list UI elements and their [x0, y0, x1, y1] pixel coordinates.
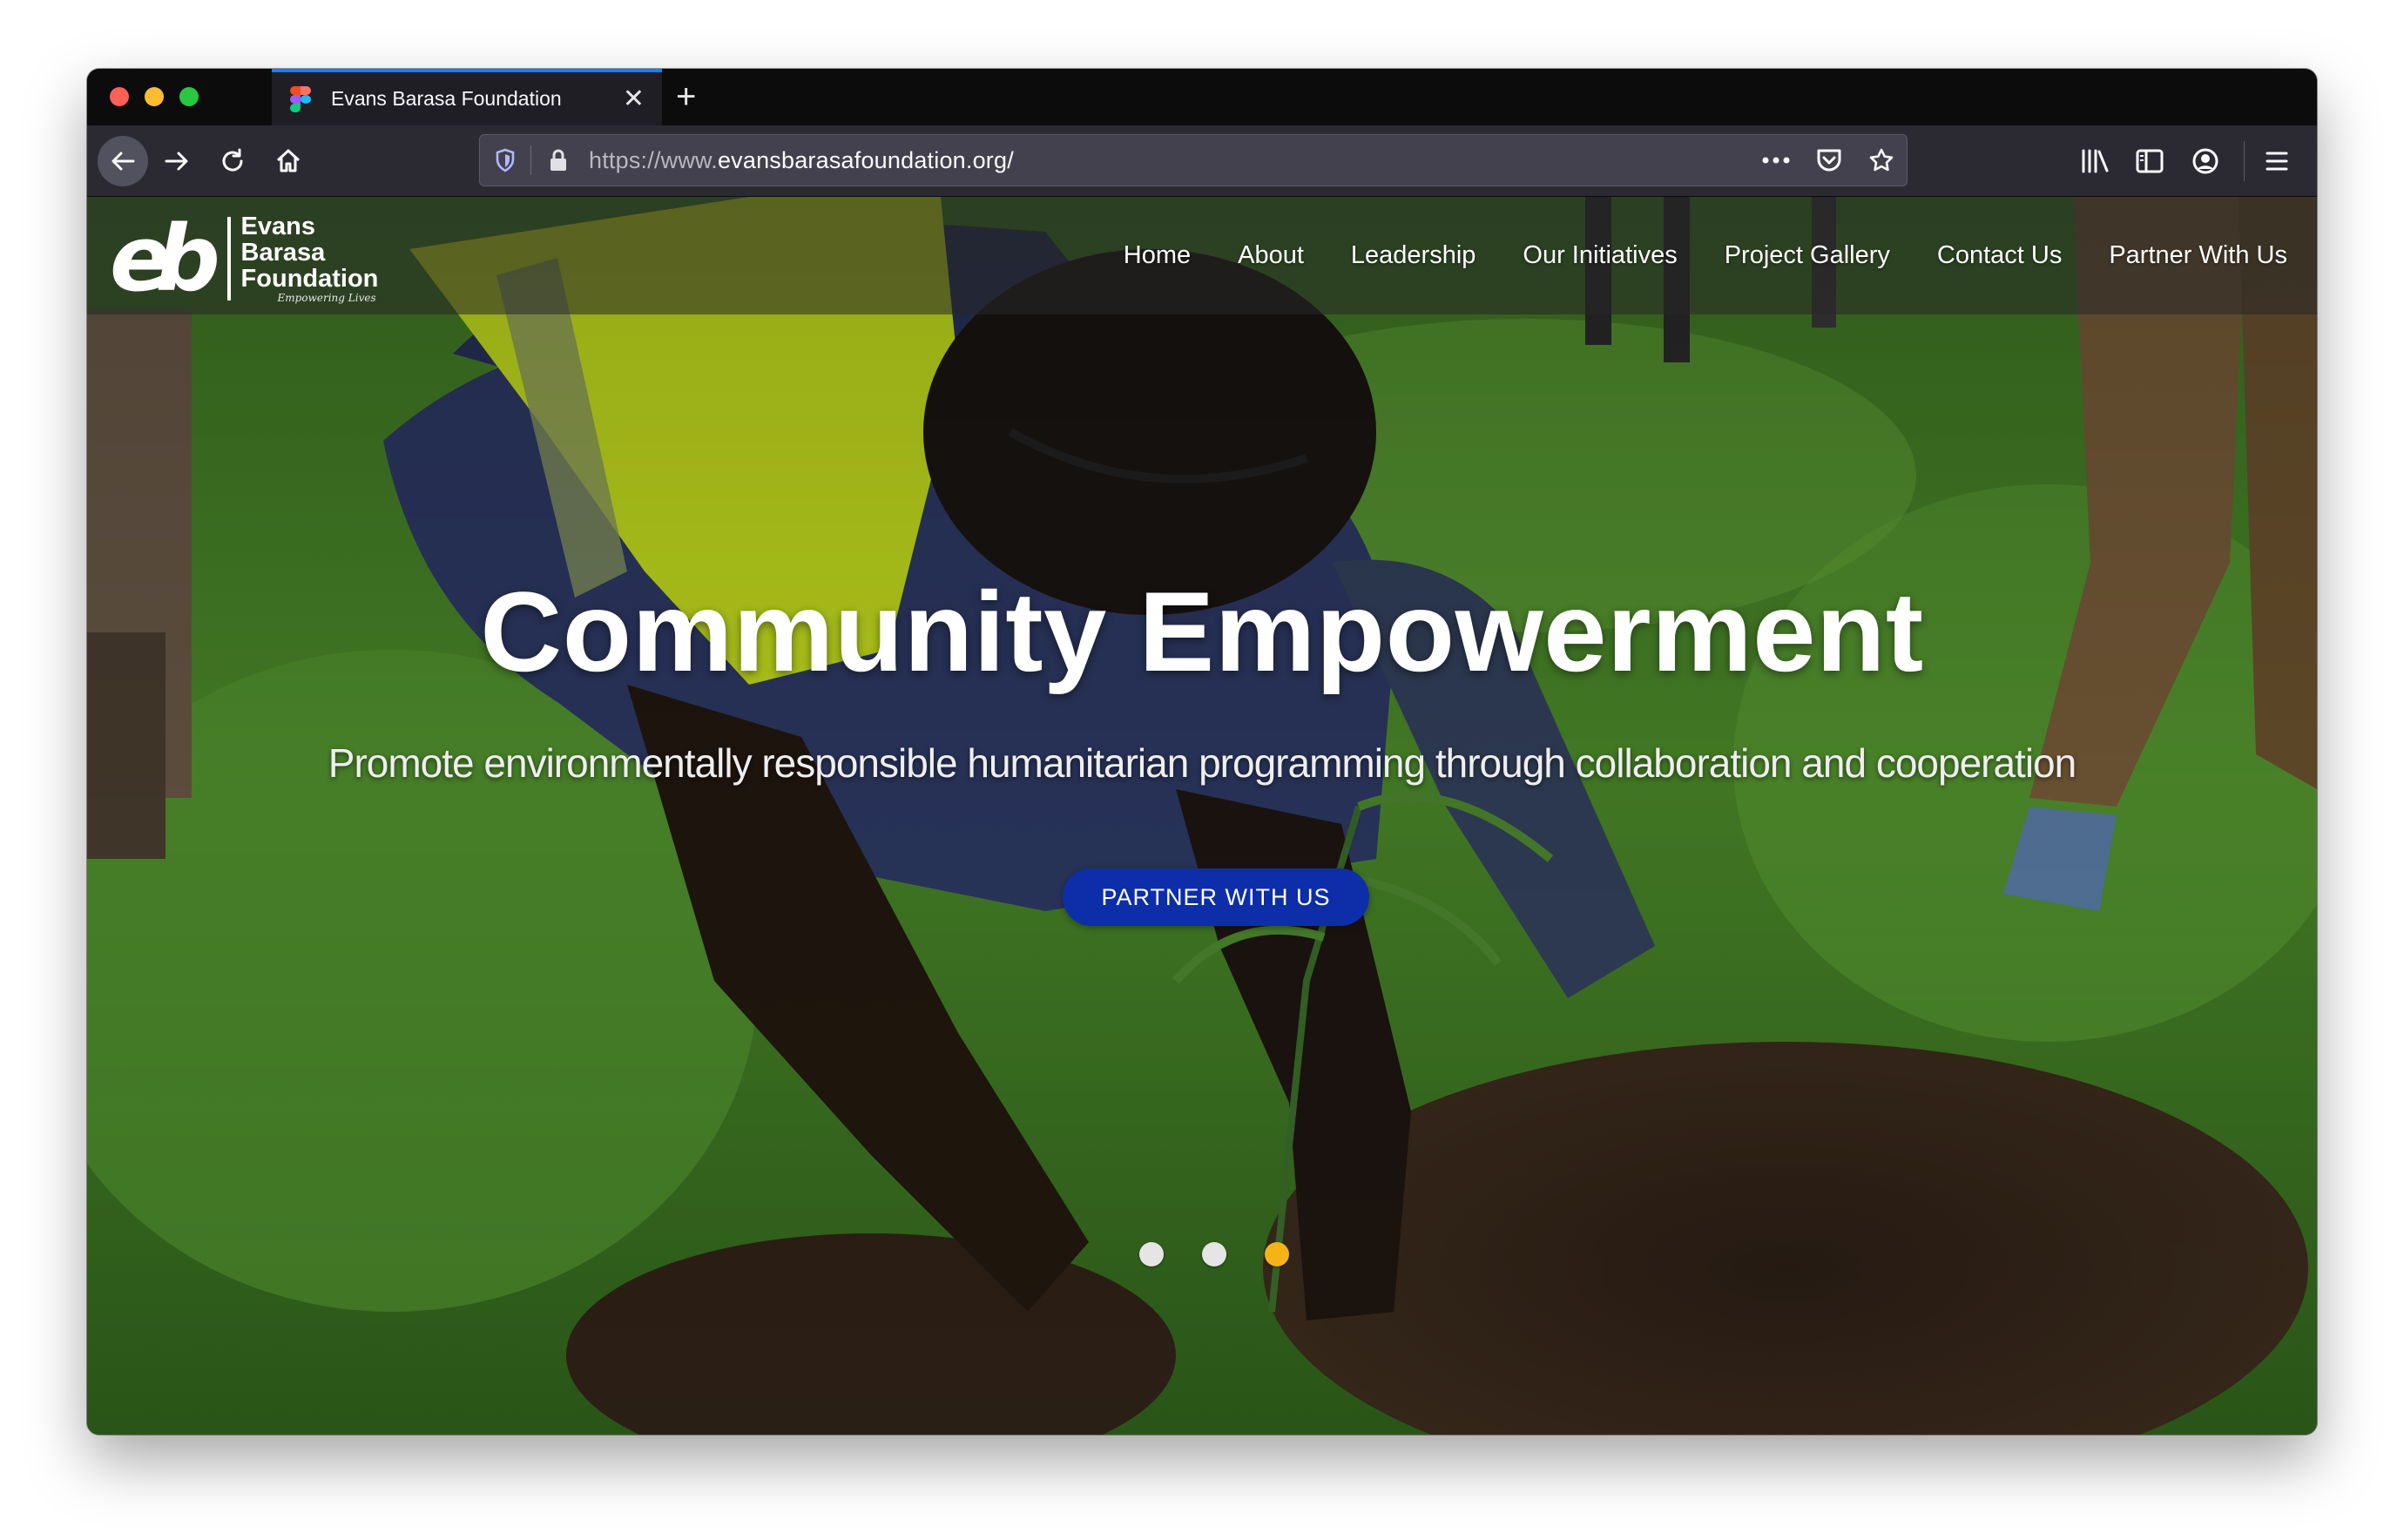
nav-home[interactable]: Home — [1124, 241, 1191, 270]
tracking-protection-shield-icon[interactable] — [492, 145, 518, 175]
page-actions-icon[interactable] — [1762, 156, 1790, 165]
home-icon — [276, 149, 300, 172]
arrow-right-icon — [165, 152, 188, 171]
account-icon — [2192, 148, 2218, 174]
logo-divider — [226, 217, 231, 301]
url-prefix: https://www. — [589, 146, 718, 173]
close-window-button[interactable] — [110, 87, 129, 106]
browser-window: Evans Barasa Foundation ✕ + https://www.… — [87, 69, 2317, 1435]
nav-leadership[interactable]: Leadership — [1351, 241, 1476, 270]
main-navigation: Home About Leadership Our Initiatives Pr… — [1124, 197, 2287, 314]
maximize-window-button[interactable] — [179, 87, 199, 106]
url-domain: evansbarasafoundation.org/ — [717, 146, 1014, 173]
forward-button[interactable] — [153, 138, 200, 185]
address-bar[interactable]: https://www.evansbarasafoundation.org/ — [479, 134, 1908, 186]
logo-name-line1: Evans Barasa — [240, 213, 326, 267]
window-controls — [110, 87, 199, 106]
site-header: eb Evans Barasa Foundation Empowering Li… — [87, 197, 2317, 314]
sidebar-toggle-button[interactable] — [2136, 138, 2164, 185]
minimize-window-button[interactable] — [145, 87, 164, 106]
logo-text: Evans Barasa Foundation Empowering Lives — [241, 213, 388, 304]
logo-tagline: Empowering Lives — [277, 292, 376, 304]
nav-about[interactable]: About — [1238, 241, 1304, 270]
pocket-icon[interactable] — [1816, 148, 1842, 172]
account-button[interactable] — [2191, 138, 2219, 185]
nav-project-gallery[interactable]: Project Gallery — [1725, 241, 1890, 270]
bookmark-star-icon[interactable] — [1868, 147, 1894, 173]
tab-title: Evans Barasa Foundation — [331, 87, 562, 110]
carousel-dot[interactable] — [1139, 1242, 1164, 1266]
home-button[interactable] — [265, 138, 312, 185]
toolbar-divider — [2244, 141, 2245, 181]
new-tab-button[interactable]: + — [676, 78, 696, 116]
partner-with-us-button[interactable]: PARTNER WITH US — [1063, 868, 1369, 926]
library-button[interactable] — [2080, 138, 2110, 185]
back-button[interactable] — [98, 136, 148, 186]
reload-icon — [222, 148, 243, 172]
tab-active[interactable]: Evans Barasa Foundation ✕ — [272, 69, 662, 125]
foundation-logo[interactable]: eb Evans Barasa Foundation Empowering Li… — [110, 211, 388, 307]
tab-strip: Evans Barasa Foundation ✕ + — [87, 69, 2317, 125]
hamburger-menu-icon — [2266, 152, 2288, 171]
logo-mark: eb — [110, 206, 220, 312]
carousel-dot-active[interactable] — [1265, 1242, 1289, 1266]
lock-icon[interactable] — [549, 146, 571, 174]
address-bar-actions — [1762, 147, 1894, 173]
hero-title: Community Empowerment — [480, 568, 1924, 695]
reload-button[interactable] — [209, 138, 256, 185]
navigation-toolbar: https://www.evansbarasafoundation.org/ — [87, 125, 2317, 197]
address-bar-divider — [530, 145, 531, 175]
app-menu-button[interactable] — [2265, 138, 2289, 185]
sidebar-icon — [2136, 149, 2164, 173]
nav-contact-us[interactable]: Contact Us — [1937, 241, 2062, 270]
arrow-left-icon — [111, 152, 135, 171]
page-viewport: eb Evans Barasa Foundation Empowering Li… — [87, 197, 2317, 1435]
nav-partner-with-us[interactable]: Partner With Us — [2109, 241, 2287, 270]
figma-icon — [289, 85, 312, 112]
hero-subtitle: Promote environmentally responsible huma… — [328, 740, 2076, 786]
logo-name-line2: Foundation — [240, 265, 379, 293]
carousel-indicators — [1139, 1242, 1289, 1266]
nav-our-initiatives[interactable]: Our Initiatives — [1523, 241, 1677, 270]
url-text[interactable]: https://www.evansbarasafoundation.org/ — [589, 147, 1762, 174]
library-icon — [2082, 149, 2109, 173]
carousel-dot[interactable] — [1202, 1242, 1226, 1266]
screenshot-stage: Evans Barasa Foundation ✕ + https://www.… — [0, 0, 2404, 1540]
close-tab-icon[interactable]: ✕ — [623, 85, 645, 112]
